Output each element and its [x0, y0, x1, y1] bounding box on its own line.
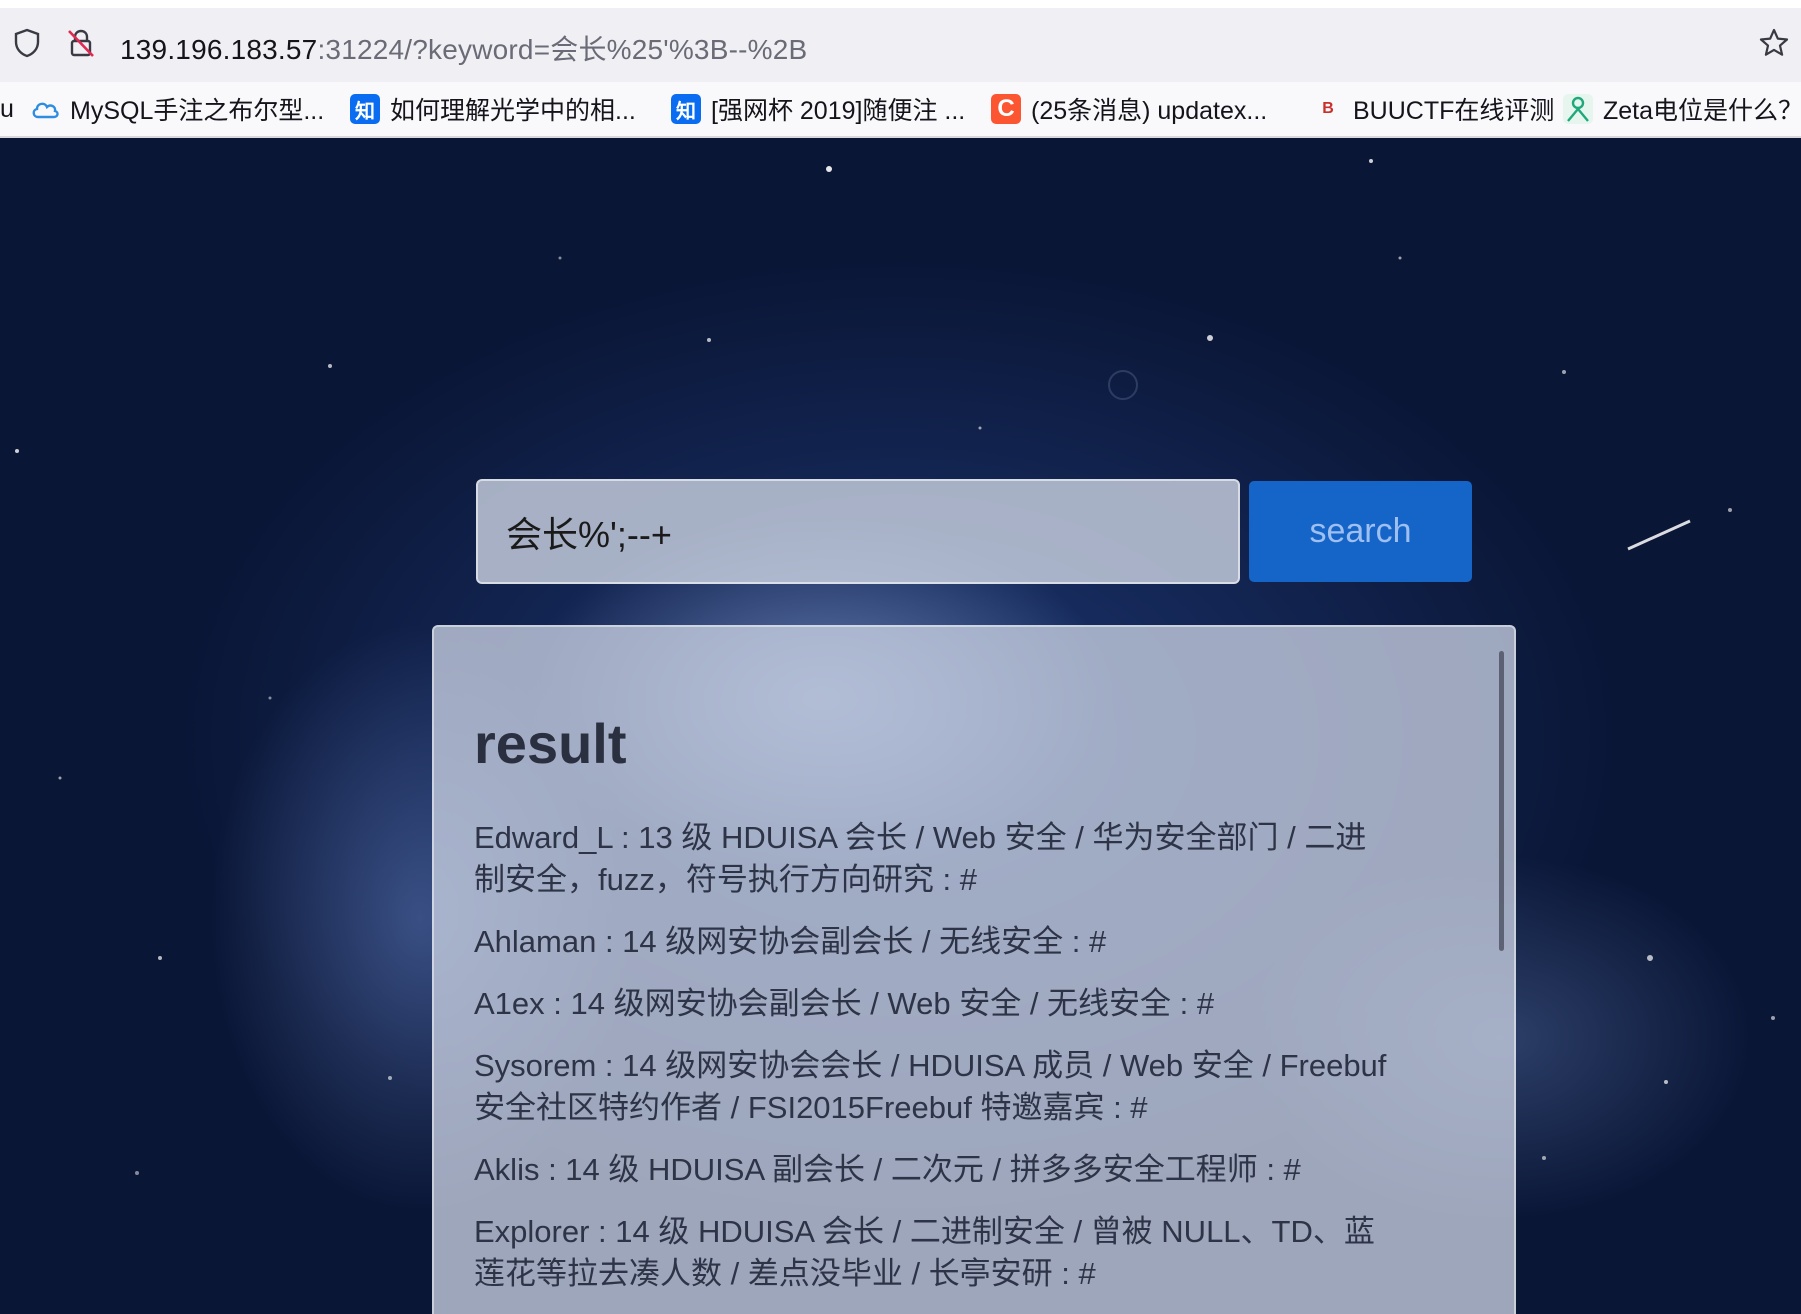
- insecure-lock-icon[interactable]: [64, 26, 98, 60]
- result-list: Edward_L : 13 级 HDUISA 会长 / Web 安全 / 华为安…: [474, 817, 1394, 1314]
- bookmark-label: u: [0, 94, 14, 123]
- shield-icon[interactable]: [10, 26, 44, 60]
- bookmark-zeta[interactable]: Zeta电位是什么？: [1563, 90, 1801, 128]
- page-background: search result Edward_L : 13 级 HDUISA 会长 …: [0, 138, 1801, 1314]
- bookmark-mysql[interactable]: MySQL手注之布尔型...: [30, 90, 324, 128]
- address-bar[interactable]: 139.196.183.57:31224/?keyword=会长%25'%3B-…: [0, 0, 1801, 82]
- bookmark-label: [强网杯 2019]随便注 ...: [711, 97, 966, 125]
- list-item: Sysorem : 14 级网安协会会长 / HDUISA 成员 / Web 安…: [474, 1048, 1387, 1125]
- list-item: A1ex : 14 级网安协会副会长 / Web 安全 / 无线安全 : #: [474, 986, 1215, 1021]
- search-input[interactable]: [476, 479, 1240, 584]
- bookmark-label: 如何理解光学中的相...: [390, 97, 636, 125]
- list-item: Edward_L : 13 级 HDUISA 会长 / Web 安全 / 华为安…: [474, 820, 1367, 897]
- bookmark-label: MySQL手注之布尔型...: [70, 97, 325, 125]
- bookmark-csdn-updatexml[interactable]: C (25条消息) updatex...: [991, 90, 1267, 128]
- scrollbar[interactable]: [1499, 651, 1504, 951]
- csdn-icon: C: [991, 94, 1021, 124]
- list-item: Aklis : 14 级 HDUISA 副会长 / 二次元 / 拼多多安全工程师…: [474, 1152, 1301, 1187]
- result-title: result: [474, 712, 627, 775]
- buuctf-icon: B: [1322, 100, 1334, 117]
- list-item: Explorer : 14 级 HDUISA 会长 / 二进制安全 / 曾被 N…: [474, 1214, 1375, 1291]
- result-panel[interactable]: result Edward_L : 13 级 HDUISA 会长 / Web 安…: [432, 625, 1516, 1314]
- cloud-icon: [30, 94, 60, 124]
- bookmark-buuctf[interactable]: B BUUCTF在线评测: [1313, 90, 1554, 128]
- zhihu-icon: 知: [671, 94, 701, 124]
- zhihu-icon: 知: [350, 94, 380, 124]
- bookmark-label: BUUCTF在线评测: [1353, 97, 1555, 125]
- list-item: Ahlaman : 14 级网安协会副会长 / 无线安全 : #: [474, 924, 1107, 959]
- person-icon: [1563, 94, 1593, 124]
- url-path: :31224/?keyword=会长%25'%3B--%2B: [317, 34, 808, 65]
- search-button[interactable]: search: [1249, 481, 1472, 582]
- url-text[interactable]: 139.196.183.57:31224/?keyword=会长%25'%3B-…: [120, 28, 807, 68]
- bookmark-qwb-2019[interactable]: 知 [强网杯 2019]随便注 ...: [671, 90, 965, 128]
- bookmark-partial[interactable]: u: [0, 90, 14, 128]
- star-bookmark-icon[interactable]: [1757, 26, 1791, 60]
- bookmark-label: (25条消息) updatex...: [1031, 97, 1268, 125]
- url-host: 139.196.183.57: [120, 34, 318, 65]
- bookmark-zhihu-optics[interactable]: 知 如何理解光学中的相...: [350, 90, 636, 128]
- bookmarks-toolbar: u MySQL手注之布尔型... 知 如何理解光学中的相... 知 [强网杯 2…: [0, 82, 1801, 138]
- bookmark-label: Zeta电位是什么？: [1603, 97, 1801, 125]
